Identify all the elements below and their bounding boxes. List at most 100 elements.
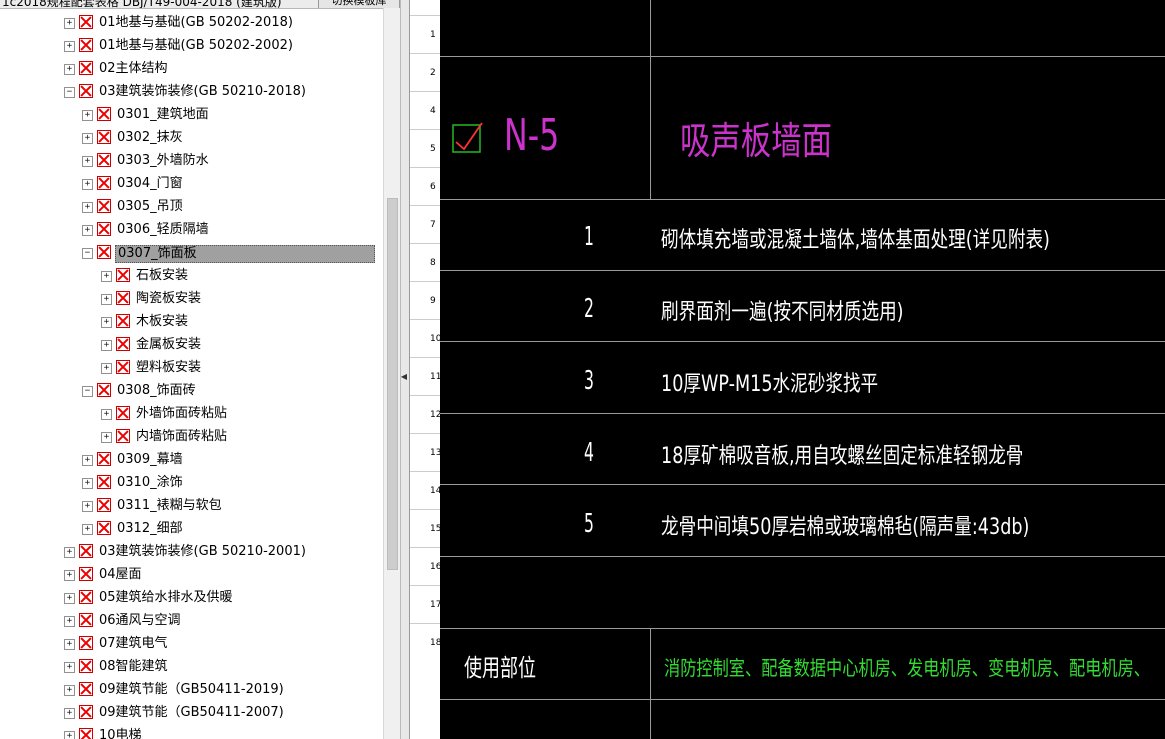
row-number[interactable]: 9 (410, 281, 440, 319)
expand-icon[interactable]: + (82, 455, 93, 466)
tree-item[interactable]: + 外墙饰面砖粘贴 (101, 404, 380, 424)
tree-item-label[interactable]: 03建筑装饰装修(GB 50210-2001) (97, 544, 308, 560)
tree-item-label[interactable]: 06通风与空调 (97, 613, 183, 629)
expand-icon[interactable]: + (101, 363, 112, 374)
tree-item-label[interactable]: 0310_涂饰 (115, 475, 185, 491)
tree-item[interactable]: +08智能建筑 (64, 657, 380, 677)
row-number[interactable]: 8 (410, 243, 440, 281)
tree-item-label[interactable]: 0306_轻质隔墙 (115, 222, 211, 238)
tree-item[interactable]: +06通风与空调 (64, 611, 380, 631)
row-number[interactable]: 11 (410, 357, 441, 395)
tree-item[interactable]: +0305_吊顶 (82, 197, 380, 217)
expand-icon[interactable]: + (82, 524, 93, 535)
row-number[interactable]: 4 (410, 91, 440, 129)
tree-item-label[interactable]: 04屋面 (97, 567, 144, 583)
tree-item-label[interactable]: 0312_细部 (115, 521, 185, 537)
tree-item[interactable]: +0301_建筑地面 (82, 105, 380, 125)
tree-item-label[interactable]: 0303_外墙防水 (115, 153, 211, 169)
tree-item-label[interactable]: 05建筑给水排水及供暖 (97, 590, 235, 606)
tree-item[interactable]: +0310_涂饰 (82, 473, 380, 493)
tree-item-label[interactable]: 外墙饰面砖粘贴 (134, 406, 229, 422)
collapse-icon[interactable]: − (82, 386, 93, 397)
tree-item[interactable]: +02主体结构 (64, 59, 380, 79)
tree-item[interactable]: +09建筑节能（GB50411-2019) (64, 680, 380, 700)
tree-item[interactable]: + 陶瓷板安装 (101, 289, 380, 309)
collapse-arrow-icon[interactable]: ◀ (400, 372, 408, 381)
tree-item-label[interactable]: 0311_裱糊与软包 (115, 498, 224, 514)
row-number[interactable]: 7 (410, 205, 440, 243)
tree-item[interactable]: +05建筑给水排水及供暖 (64, 588, 380, 608)
expand-icon[interactable]: + (64, 662, 75, 673)
row-number[interactable]: 2 (410, 53, 440, 91)
tree-scrollbar-thumb[interactable] (387, 198, 398, 570)
tree-item[interactable]: +01地基与基础(GB 50202-2018) (64, 13, 380, 33)
tree-item[interactable]: +10电梯 (64, 726, 380, 739)
row-number[interactable]: 15 (410, 509, 441, 547)
expand-icon[interactable]: + (82, 225, 93, 236)
tree-item-label[interactable]: 金属板安装 (134, 337, 203, 353)
row-number[interactable]: 5 (410, 129, 440, 167)
tree-item[interactable]: +0304_门窗 (82, 174, 380, 194)
tree-item-label[interactable]: 0305_吊顶 (115, 199, 185, 215)
tree-item[interactable]: +0309_幕墙 (82, 450, 380, 470)
tree-item-label[interactable]: 石板安装 (134, 268, 190, 284)
expand-icon[interactable]: + (101, 271, 112, 282)
tree-item[interactable]: +03建筑装饰装修(GB 50210-2001) (64, 542, 380, 562)
tree-item[interactable]: + 塑料板安装 (101, 358, 380, 378)
expand-icon[interactable]: + (64, 41, 75, 52)
expand-icon[interactable]: + (82, 110, 93, 121)
tree-item-label[interactable]: 陶瓷板安装 (134, 291, 203, 307)
row-number[interactable]: 10 (410, 319, 441, 357)
tree-item[interactable]: +01地基与基础(GB 50202-2002) (64, 36, 380, 56)
row-number[interactable]: 1 (410, 15, 440, 53)
tree-item[interactable]: +0303_外墙防水 (82, 151, 380, 171)
tree-scrollbar[interactable] (383, 8, 400, 739)
expand-icon[interactable]: + (64, 18, 75, 29)
row-number[interactable]: 18 (410, 623, 441, 661)
tree-item[interactable]: − 03建筑装饰装修(GB 50210-2018) (64, 82, 380, 102)
tree-item-label[interactable]: 03建筑装饰装修(GB 50210-2018) (97, 84, 308, 100)
tree-item-label[interactable]: 10电梯 (97, 728, 144, 739)
tree-item-label[interactable]: 08智能建筑 (97, 659, 170, 675)
expand-icon[interactable]: + (82, 202, 93, 213)
expand-icon[interactable]: + (82, 156, 93, 167)
tree-item[interactable]: +0312_细部 (82, 519, 380, 539)
expand-icon[interactable]: + (64, 570, 75, 581)
row-number[interactable]: 6 (410, 167, 440, 205)
expand-icon[interactable]: + (82, 179, 93, 190)
row-number[interactable]: 17 (410, 585, 441, 623)
row-number[interactable]: 14 (410, 471, 441, 509)
tree-item[interactable]: +0302_抹灰 (82, 128, 380, 148)
tree-item-label[interactable]: 0307_饰面板 (115, 245, 375, 263)
collapse-icon[interactable]: − (64, 87, 75, 98)
expand-icon[interactable]: + (64, 708, 75, 719)
tree-item-label[interactable]: 0301_建筑地面 (115, 107, 211, 123)
expand-icon[interactable]: + (101, 294, 112, 305)
tree-item[interactable]: + 石板安装 (101, 266, 380, 286)
expand-icon[interactable]: + (64, 685, 75, 696)
tree-item-label[interactable]: 木板安装 (134, 314, 190, 330)
expand-icon[interactable]: + (64, 616, 75, 627)
tree-item[interactable]: + 内墙饰面砖粘贴 (101, 427, 380, 447)
expand-icon[interactable]: + (64, 639, 75, 650)
tree-item-label[interactable]: 0302_抹灰 (115, 130, 185, 146)
tree-item-label[interactable]: 02主体结构 (97, 61, 170, 77)
expand-icon[interactable]: + (82, 478, 93, 489)
expand-icon[interactable]: + (64, 731, 75, 739)
expand-icon[interactable]: + (64, 547, 75, 558)
collapse-icon[interactable]: − (82, 248, 93, 259)
tree-item[interactable]: +0306_轻质隔墙 (82, 220, 380, 240)
expand-icon[interactable]: + (82, 133, 93, 144)
tree-item-label[interactable]: 0304_门窗 (115, 176, 185, 192)
tree-item-label[interactable]: 0309_幕墙 (115, 452, 185, 468)
tree-item[interactable]: +0311_裱糊与软包 (82, 496, 380, 516)
tree-item-label[interactable]: 塑料板安装 (134, 360, 203, 376)
tree-item[interactable]: + 金属板安装 (101, 335, 380, 355)
tree-item-label[interactable]: 01地基与基础(GB 50202-2018) (97, 15, 295, 31)
tree-item[interactable]: − 0308_饰面砖 (82, 381, 380, 401)
tree-item[interactable]: +09建筑节能（GB50411-2007) (64, 703, 380, 723)
tree-item-label[interactable]: 内墙饰面砖粘贴 (134, 429, 229, 445)
expand-icon[interactable]: + (64, 593, 75, 604)
expand-icon[interactable]: + (101, 340, 112, 351)
row-number[interactable]: 13 (410, 433, 441, 471)
